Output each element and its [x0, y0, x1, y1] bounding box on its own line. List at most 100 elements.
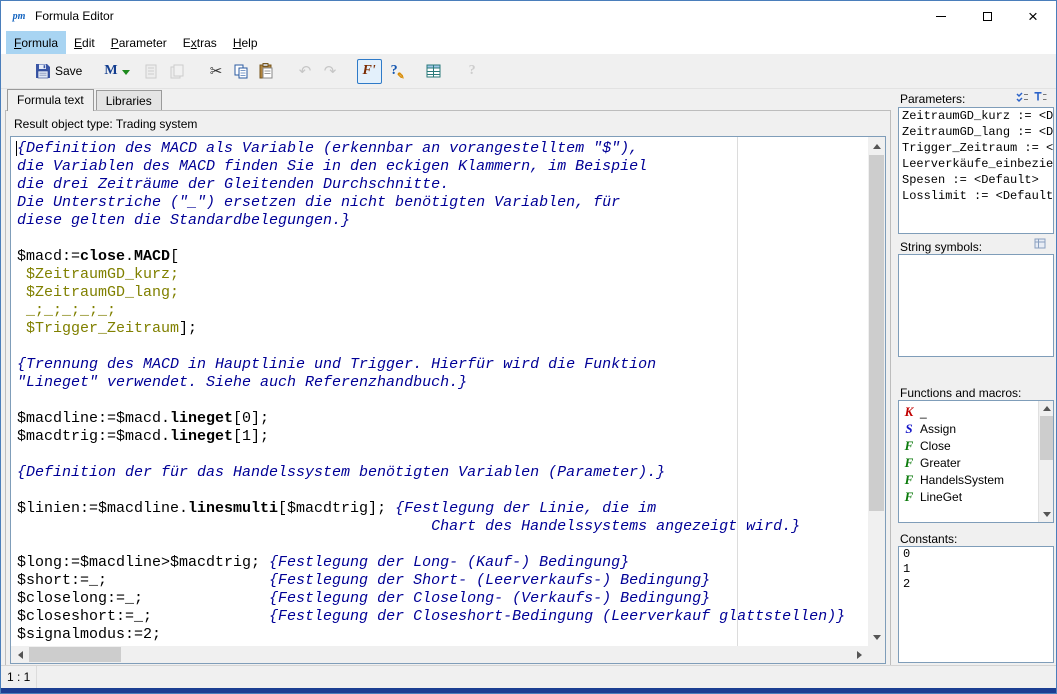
help-button: ? — [460, 59, 485, 84]
formula-wizard-icon: ?✎ — [391, 63, 398, 79]
code-line: $macdtrig:=$macd.lineget[1]; — [17, 428, 868, 446]
code-line — [17, 338, 868, 356]
code-line: $long:=$macdline>$macdtrig; {Festlegung … — [17, 554, 868, 572]
constants-list[interactable]: 012 — [898, 546, 1054, 663]
status-spacer — [37, 666, 1056, 688]
constant-item[interactable]: 0 — [899, 547, 1053, 562]
code-line: $macd:=close.MACD[ — [17, 248, 868, 266]
string-symbols-label: String symbols: — [900, 240, 982, 254]
save-label: Save — [55, 64, 82, 78]
function-item[interactable]: SAssign — [899, 420, 1038, 437]
window-title: Formula Editor — [35, 9, 114, 23]
tab-strip: Formula text Libraries — [5, 89, 891, 110]
code-line: $closelong:=_; {Festlegung der Closelong… — [17, 590, 868, 608]
menu-item-extras[interactable]: Extras — [175, 31, 225, 54]
formula-editor: {Definition des MACD als Variable (erken… — [10, 136, 886, 664]
functions-box: K_SAssignFCloseFGreaterFHandelsSystemFLi… — [898, 400, 1054, 523]
code-line: {Definition der für das Handelssystem be… — [17, 464, 868, 482]
parameter-item[interactable]: Losslimit := <Default — [899, 188, 1053, 204]
vertical-scroll-thumb[interactable] — [869, 155, 884, 511]
scroll-left-button[interactable] — [11, 646, 28, 663]
caption-buttons: × — [918, 1, 1056, 31]
minimize-button[interactable] — [918, 1, 964, 31]
editor-horizontal-scrollbar[interactable] — [11, 646, 868, 663]
functions-scroll-down-icon — [1043, 512, 1051, 521]
parameters-list[interactable]: ZeitraumGD_kurz := <DZeitraumGD_lang := … — [898, 107, 1054, 234]
cut-button[interactable]: ✂ — [204, 59, 229, 84]
functions-scrollbar[interactable] — [1038, 401, 1053, 522]
functions-label: Functions and macros: — [900, 386, 1021, 400]
check-parameters-icon[interactable] — [1015, 90, 1030, 104]
zoom-level: 1 : 1 — [1, 666, 37, 688]
code-line: $signalmodus:=2; — [17, 626, 868, 644]
editor-vertical-scrollbar[interactable] — [868, 137, 885, 646]
maximize-button[interactable] — [964, 1, 1010, 31]
copy-icon — [234, 64, 249, 79]
save-button[interactable]: Save — [31, 59, 86, 84]
insert-formula-block-button — [140, 59, 165, 84]
table-icon — [426, 64, 441, 78]
code-line: {Trennung des MACD in Hauptlinie und Tri… — [17, 356, 868, 374]
horizontal-scroll-thumb[interactable] — [29, 647, 121, 662]
functions-scroll-thumb[interactable] — [1040, 416, 1053, 460]
undo-button: ↶ — [293, 59, 318, 84]
constants-label: Constants: — [900, 532, 957, 546]
check-formula-button[interactable]: F' — [357, 59, 382, 84]
code-lines[interactable]: {Definition des MACD als Variable (erken… — [11, 137, 868, 646]
parameter-item[interactable]: ZeitraumGD_kurz := <D — [899, 108, 1053, 124]
menu-item-help[interactable]: Help — [225, 31, 266, 54]
string-symbols-icon[interactable] — [1033, 237, 1048, 251]
parameter-item[interactable]: ZeitraumGD_lang := <D — [899, 124, 1053, 140]
help-icon: ? — [469, 63, 476, 79]
functions-scroll-up-button[interactable] — [1039, 401, 1054, 415]
code-line: Chart des Handelssystems angezeigt wird.… — [17, 518, 868, 536]
code-line — [17, 392, 868, 410]
code-line: $macdline:=$macd.lineget[0]; — [17, 410, 868, 428]
scroll-up-icon — [873, 140, 881, 149]
code-line: $short:=_; {Festlegung der Short- (Leerv… — [17, 572, 868, 590]
parameter-item[interactable]: Trigger_Zeitraum := < — [899, 140, 1053, 156]
paste-button[interactable] — [254, 59, 279, 84]
functions-scroll-down-button[interactable] — [1039, 508, 1054, 522]
code-line: $closeshort:=_; {Festlegung der Closesho… — [17, 608, 868, 626]
menu-item-formula[interactable]: Formula — [6, 31, 66, 54]
status-bar: 1 : 1 — [1, 665, 1056, 688]
scroll-down-button[interactable] — [868, 629, 885, 646]
functions-list[interactable]: K_SAssignFCloseFGreaterFHandelsSystemFLi… — [899, 401, 1038, 522]
constant-item[interactable]: 2 — [899, 577, 1053, 592]
formula-wizard-button[interactable]: ?✎ — [382, 59, 407, 84]
scroll-up-button[interactable] — [868, 137, 885, 154]
scroll-right-button[interactable] — [851, 646, 868, 663]
parameters-label: Parameters: — [900, 92, 965, 106]
menu-bar: FormulaEditParameterExtrasHelp — [1, 31, 1056, 54]
menu-item-edit[interactable]: Edit — [66, 31, 103, 54]
scroll-down-icon — [873, 635, 881, 644]
table-view-button[interactable] — [421, 59, 446, 84]
code-line: "Lineget" verwendet. Siehe auch Referenz… — [17, 374, 868, 392]
copy-button[interactable] — [229, 59, 254, 84]
string-symbols-list[interactable] — [898, 254, 1054, 357]
parameter-item[interactable]: Spesen := <Default> — [899, 172, 1053, 188]
constant-item[interactable]: 1 — [899, 562, 1053, 577]
function-item[interactable]: K_ — [899, 403, 1038, 420]
close-button[interactable]: × — [1010, 1, 1056, 31]
toolbar: Save M ✂ — [1, 54, 1056, 89]
menu-item-parameter[interactable]: Parameter — [103, 31, 175, 54]
check-formula-icon: F' — [362, 63, 375, 79]
function-item[interactable]: FGreater — [899, 454, 1038, 471]
scroll-right-icon — [857, 651, 866, 659]
function-item[interactable]: FClose — [899, 437, 1038, 454]
tab-libraries[interactable]: Libraries — [96, 90, 162, 110]
scrollbar-corner — [868, 646, 885, 663]
code-line — [17, 482, 868, 500]
code-line: $ZeitraumGD_kurz; — [17, 266, 868, 284]
insert-module-button[interactable]: M — [100, 59, 133, 84]
scroll-left-icon — [14, 651, 23, 659]
code-line: die Variablen des MACD finden Sie in den… — [17, 158, 868, 176]
tab-page: Result object type: Trading system {Defi… — [5, 110, 891, 666]
tab-formula-text[interactable]: Formula text — [7, 89, 94, 111]
function-item[interactable]: FHandelsSystem — [899, 471, 1038, 488]
function-item[interactable]: FLineGet — [899, 488, 1038, 505]
parameter-item[interactable]: Leerverkäufe_einbezie — [899, 156, 1053, 172]
parameter-type-icon[interactable] — [1033, 90, 1048, 104]
